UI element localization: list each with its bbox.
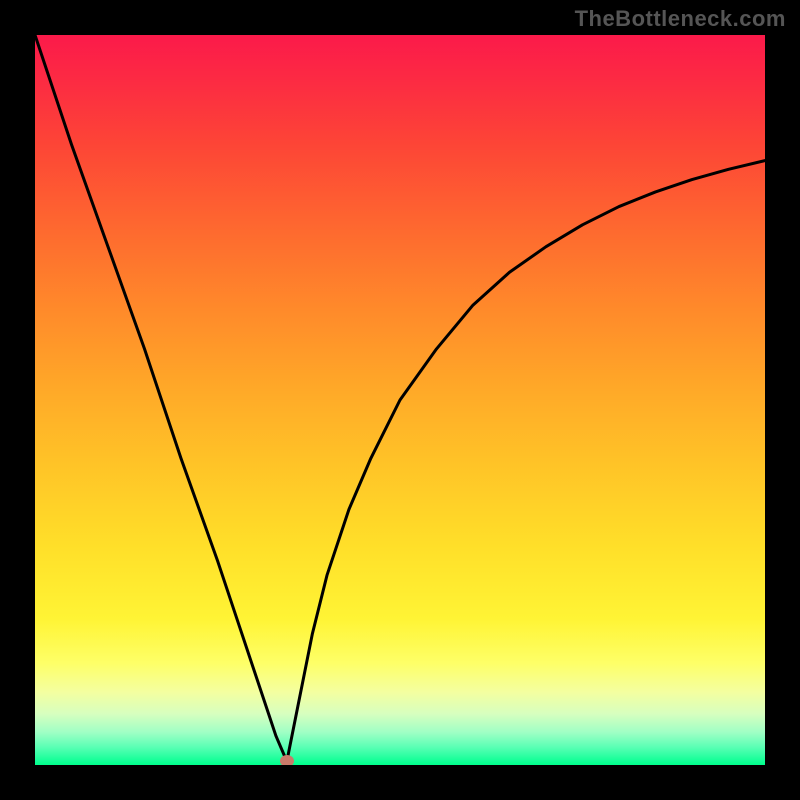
optimum-marker-icon <box>280 755 294 765</box>
plot-area <box>35 35 765 765</box>
bottleneck-curve <box>35 35 765 765</box>
watermark-text: TheBottleneck.com <box>575 6 786 32</box>
